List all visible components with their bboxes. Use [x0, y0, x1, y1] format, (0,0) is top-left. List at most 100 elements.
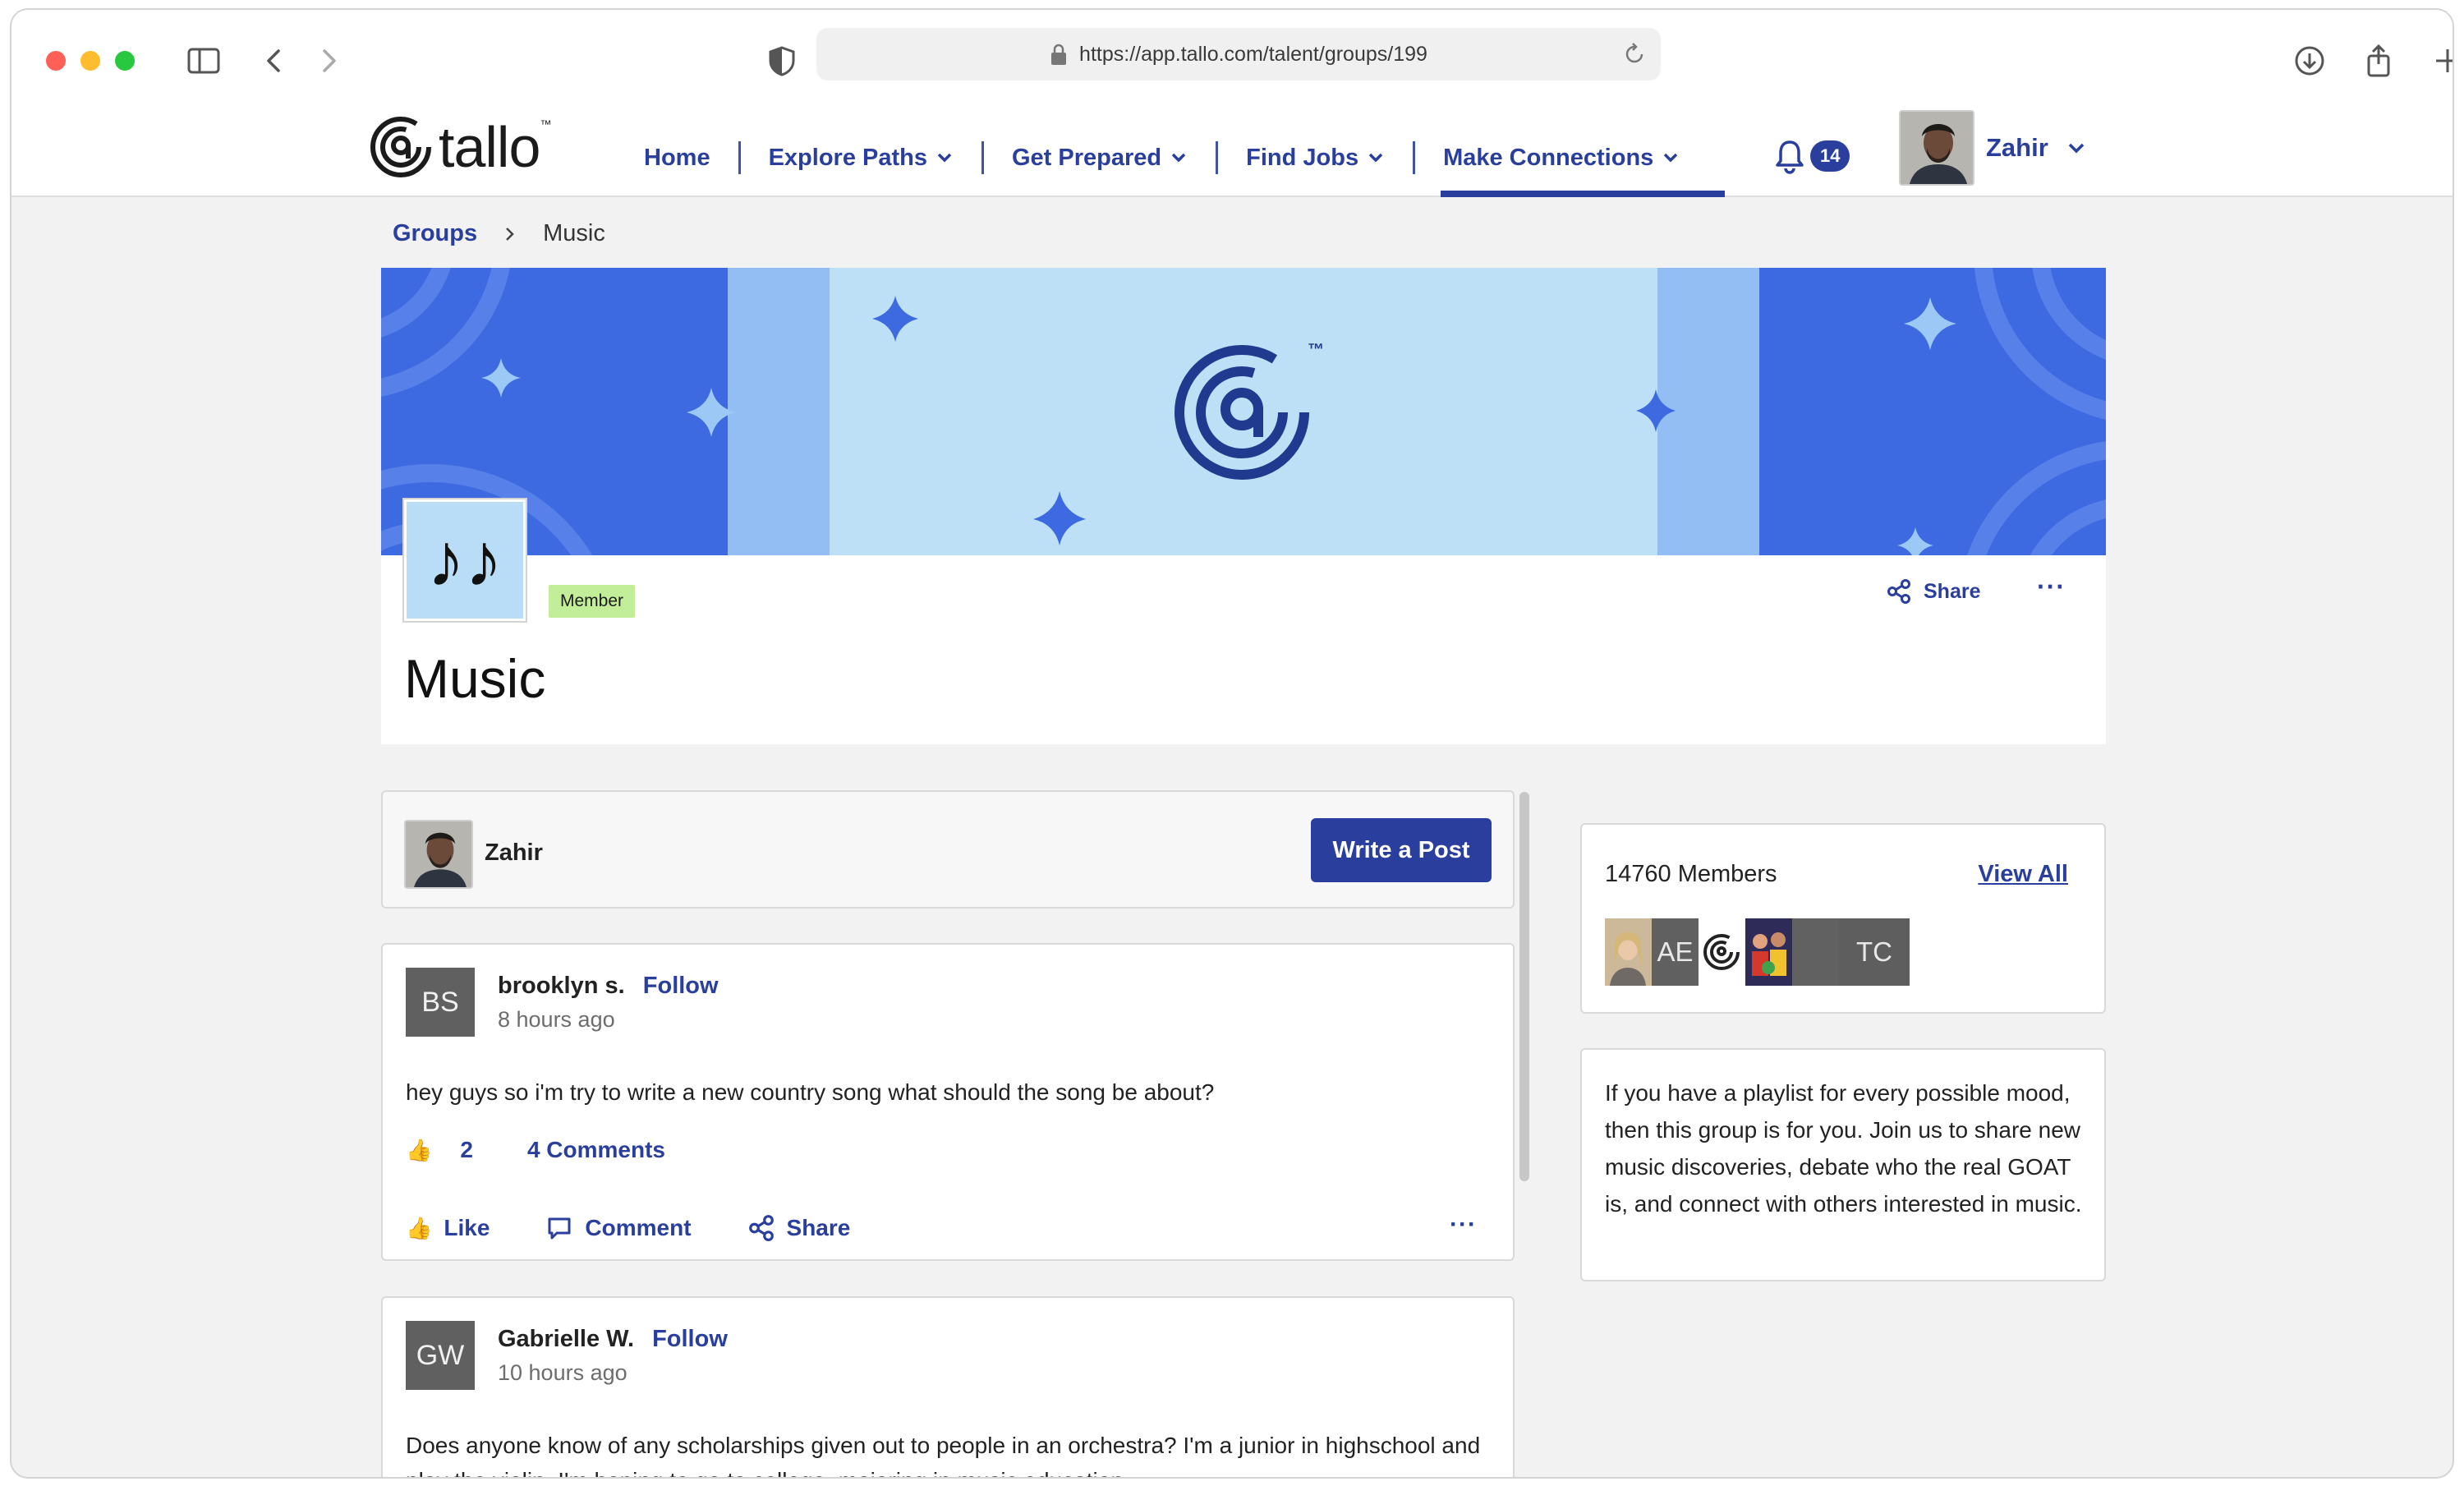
- nav-divider: [738, 141, 741, 174]
- like-button[interactable]: 👍 Like: [406, 1215, 490, 1241]
- nav-explore-paths-label: Explore Paths: [768, 144, 927, 171]
- group-share-button[interactable]: Share: [1886, 578, 1980, 605]
- group-share-label: Share: [1924, 579, 1981, 603]
- new-tab-icon[interactable]: [2428, 41, 2453, 81]
- comment-icon: [548, 1217, 571, 1240]
- nav-divider: [981, 141, 984, 174]
- post-author-name[interactable]: Gabrielle W.: [498, 1326, 634, 1352]
- share-page-icon[interactable]: [2359, 41, 2398, 81]
- post-author-line: brooklyn s. Follow: [498, 973, 719, 1000]
- active-nav-indicator: [1441, 191, 1725, 197]
- post-author-name[interactable]: brooklyn s.: [498, 973, 625, 999]
- user-menu[interactable]: Zahir: [1899, 110, 2086, 186]
- follow-button[interactable]: Follow: [652, 1326, 728, 1352]
- back-icon[interactable]: [255, 41, 294, 81]
- thumbs-up-icon: 👍: [406, 1215, 433, 1240]
- comment-button[interactable]: Comment: [545, 1214, 692, 1242]
- chevron-down-icon: [1664, 153, 1678, 163]
- member-avatar-strip: AE TC: [1605, 918, 1910, 986]
- forward-icon[interactable]: [309, 41, 348, 81]
- feed-scrollbar[interactable]: [1519, 792, 1529, 1181]
- avatar[interactable]: [1605, 918, 1652, 986]
- nav-find-jobs-label: Find Jobs: [1246, 144, 1359, 171]
- nav-find-jobs[interactable]: Find Jobs: [1246, 145, 1385, 172]
- address-bar[interactable]: https://app.tallo.com/talent/groups/199: [816, 28, 1661, 81]
- browser-window: https://app.tallo.com/talent/groups/199 …: [10, 8, 2454, 1479]
- bell-icon: [1776, 140, 1804, 174]
- music-notes-icon: ♪♪: [427, 518, 503, 602]
- breadcrumb-groups-link[interactable]: Groups: [393, 220, 477, 247]
- nav-home-label: Home: [644, 144, 710, 171]
- nav-get-prepared-label: Get Prepared: [1011, 144, 1162, 171]
- view-all-members-link[interactable]: View All: [1978, 861, 2068, 888]
- post-stats: 👍 2 4 Comments: [406, 1137, 665, 1163]
- tallo-logo-icon: [370, 117, 431, 177]
- chevron-down-icon: [2068, 143, 2085, 154]
- zoom-window-button[interactable]: [115, 51, 135, 71]
- url-text: https://app.tallo.com/talent/groups/199: [1079, 42, 1427, 66]
- browser-toolbar: https://app.tallo.com/talent/groups/199: [11, 10, 2453, 102]
- notifications-button[interactable]: 14: [1774, 138, 1850, 174]
- avatar[interactable]: [1699, 918, 1745, 986]
- share-label: Share: [786, 1215, 851, 1240]
- minimize-window-button[interactable]: [80, 51, 100, 71]
- post-card: BS brooklyn s. Follow 8 hours ago hey gu…: [381, 943, 1515, 1261]
- close-window-button[interactable]: [46, 51, 66, 71]
- post-author-line: Gabrielle W. Follow: [498, 1326, 728, 1353]
- thumbs-up-icon: 👍: [406, 1137, 433, 1162]
- write-post-button[interactable]: Write a Post: [1311, 818, 1492, 882]
- post-card: GW Gabrielle W. Follow 10 hours ago Does…: [381, 1296, 1515, 1477]
- share-button[interactable]: Share: [747, 1214, 851, 1242]
- share-icon: [748, 1215, 774, 1241]
- group-title: Music: [404, 648, 546, 709]
- like-count[interactable]: 2: [460, 1137, 473, 1163]
- avatar[interactable]: GW: [406, 1321, 475, 1390]
- nav-explore-paths[interactable]: Explore Paths: [769, 145, 954, 172]
- lock-icon: [1051, 44, 1067, 65]
- chevron-down-icon: [1368, 153, 1383, 163]
- nav-get-prepared[interactable]: Get Prepared: [1012, 145, 1188, 172]
- privacy-shield-icon[interactable]: [762, 41, 802, 81]
- site-header: tallo ™ Home Explore Paths Get Prepared …: [11, 92, 2453, 197]
- group-about-card: If you have a playlist for every possibl…: [1580, 1048, 2106, 1281]
- downloads-icon[interactable]: [2290, 41, 2329, 81]
- main-nav: Home Explore Paths Get Prepared Find Job…: [644, 133, 1680, 182]
- avatar[interactable]: [1792, 918, 1839, 986]
- avatar[interactable]: BS: [406, 968, 475, 1037]
- chevron-right-icon: [506, 227, 514, 241]
- post-body: Does anyone know of any scholarships giv…: [406, 1433, 1481, 1477]
- banner-trademark: ™: [1308, 341, 1324, 359]
- compose-post-card: Zahir Write a Post: [381, 790, 1515, 909]
- follow-button[interactable]: Follow: [643, 973, 719, 999]
- logo-trademark: ™: [540, 117, 552, 131]
- sidebar-toggle-icon[interactable]: [184, 41, 223, 81]
- logo-wordmark: tallo: [439, 115, 540, 179]
- members-card: 14760 Members View All AE TC: [1580, 823, 2106, 1014]
- like-label: Like: [444, 1215, 490, 1240]
- nav-make-connections[interactable]: Make Connections: [1443, 145, 1680, 172]
- breadcrumb: Groups Music: [393, 220, 605, 247]
- post-actions: 👍 Like Comment Share ···: [406, 1211, 1490, 1242]
- avatar[interactable]: TC: [1839, 918, 1910, 986]
- post-body: hey guys so i'm try to write a new count…: [406, 1079, 1215, 1105]
- user-name: Zahir: [1986, 133, 2048, 162]
- group-banner: ™: [381, 268, 2106, 555]
- comments-count-link[interactable]: 4 Comments: [527, 1137, 665, 1163]
- group-header: ™ ♪♪ Member Music Share ···: [381, 268, 2106, 744]
- nav-make-connections-label: Make Connections: [1443, 144, 1654, 171]
- avatar: [404, 820, 473, 889]
- post-timestamp: 8 hours ago: [498, 1007, 615, 1032]
- avatar[interactable]: [1745, 918, 1792, 986]
- member-badge: Member: [549, 585, 636, 618]
- compose-user-name: Zahir: [485, 840, 543, 866]
- nav-divider: [1413, 141, 1416, 174]
- group-description: If you have a playlist for every possibl…: [1605, 1080, 2082, 1217]
- chevron-down-icon: [1171, 153, 1186, 163]
- group-more-options-button[interactable]: ···: [2037, 572, 2066, 602]
- avatar[interactable]: AE: [1652, 918, 1699, 986]
- tallo-logo[interactable]: tallo ™: [368, 110, 551, 184]
- reload-icon[interactable]: [1620, 39, 1649, 69]
- nav-home[interactable]: Home: [644, 145, 710, 172]
- post-more-options-button[interactable]: ···: [1450, 1211, 1477, 1239]
- share-icon: [1887, 579, 1910, 604]
